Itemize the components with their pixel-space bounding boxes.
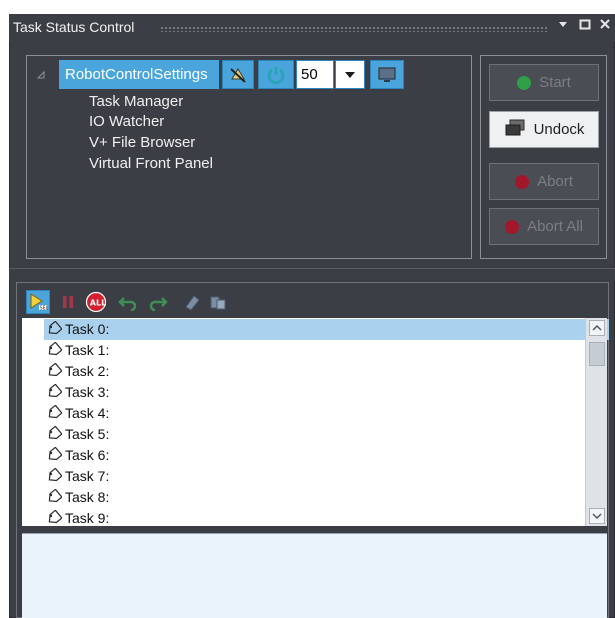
tree-item-task-manager[interactable]: Task Manager bbox=[89, 92, 183, 112]
task-tag-icon bbox=[46, 509, 63, 526]
chevron-down-icon[interactable] bbox=[556, 18, 570, 34]
task-row[interactable]: Task 9: bbox=[22, 508, 585, 529]
task-row[interactable]: Task 0: bbox=[22, 319, 609, 340]
tree-item-io-watcher[interactable]: IO Watcher bbox=[89, 112, 164, 132]
selection-highlight bbox=[44, 319, 609, 340]
abort-all-red-icon bbox=[505, 219, 520, 234]
svg-text:ALL: ALL bbox=[90, 299, 106, 308]
abort-all-label: Abort All bbox=[527, 218, 583, 235]
task-row[interactable]: Task 3: bbox=[22, 382, 585, 403]
title-drag-grip[interactable] bbox=[160, 26, 548, 32]
task-row[interactable]: Task 4: bbox=[22, 403, 585, 424]
task-tag-icon bbox=[46, 320, 63, 337]
speed-input[interactable]: 50 bbox=[296, 60, 334, 89]
task-row[interactable]: Task 1: bbox=[22, 340, 585, 361]
undock-icon bbox=[504, 119, 526, 141]
erase-icon[interactable] bbox=[180, 290, 204, 314]
start-green-icon bbox=[517, 75, 532, 90]
svg-text:SEL: SEL bbox=[40, 306, 49, 312]
task-tag-icon bbox=[46, 425, 63, 442]
close-icon[interactable] bbox=[598, 18, 612, 34]
task-row[interactable]: Task 7: bbox=[22, 466, 585, 487]
no-power-icon[interactable] bbox=[222, 60, 254, 89]
start-button[interactable]: Start bbox=[489, 64, 599, 101]
abort-label: Abort bbox=[537, 173, 573, 190]
task-label: Task 0: bbox=[65, 321, 110, 337]
all-icon[interactable]: ALL bbox=[84, 290, 108, 314]
task-output-area[interactable] bbox=[22, 533, 607, 618]
undo-icon[interactable] bbox=[116, 290, 140, 314]
scroll-thumb[interactable] bbox=[589, 342, 605, 366]
scroll-up-icon[interactable] bbox=[589, 320, 605, 336]
task-tag-icon bbox=[46, 446, 63, 463]
abort-button[interactable]: Abort bbox=[489, 163, 599, 200]
tree-root-robot[interactable]: RobotControlSettings bbox=[59, 60, 219, 89]
task-toolbar bbox=[22, 287, 606, 317]
task-tag-icon bbox=[46, 341, 63, 358]
select-icon[interactable]: SEL bbox=[26, 290, 50, 314]
abort-all-button[interactable]: Abort All bbox=[489, 208, 599, 245]
task-row[interactable]: Task 5: bbox=[22, 424, 585, 445]
tree-collapse-icon[interactable] bbox=[36, 70, 46, 80]
task-label: Task 4: bbox=[65, 405, 110, 421]
pause-icon[interactable] bbox=[56, 290, 80, 314]
scroll-down-icon[interactable] bbox=[589, 508, 605, 524]
task-label: Task 5: bbox=[65, 426, 110, 442]
task-row[interactable]: Task 8: bbox=[22, 487, 585, 508]
abort-red-icon bbox=[515, 174, 530, 189]
undock-button[interactable]: Undock bbox=[489, 111, 599, 148]
task-tag-icon bbox=[46, 404, 63, 421]
task-tag-icon bbox=[46, 467, 63, 484]
task-label: Task 9: bbox=[65, 510, 110, 526]
tree-item-file-browser[interactable]: V+ File Browser bbox=[89, 133, 195, 153]
start-label: Start bbox=[539, 74, 571, 91]
maximize-icon[interactable] bbox=[578, 18, 592, 34]
task-label: Task 6: bbox=[65, 447, 110, 463]
task-label: Task 7: bbox=[65, 468, 110, 484]
task-label: Task 3: bbox=[65, 384, 110, 400]
panel-splitter[interactable] bbox=[9, 268, 615, 280]
redo-icon[interactable] bbox=[146, 290, 170, 314]
task-row[interactable]: Task 6: bbox=[22, 445, 585, 466]
task-tag-icon bbox=[46, 362, 63, 379]
task-label: Task 1: bbox=[65, 342, 110, 358]
window-title: Task Status Control bbox=[13, 19, 135, 35]
task-tag-icon bbox=[46, 383, 63, 400]
task-label: Task 2: bbox=[65, 363, 110, 379]
tree-item-virtual-front-panel[interactable]: Virtual Front Panel bbox=[89, 154, 213, 174]
speed-dropdown-icon[interactable] bbox=[335, 60, 365, 89]
task-tag-icon bbox=[46, 488, 63, 505]
copy-icon[interactable] bbox=[206, 290, 230, 314]
undock-label: Undock bbox=[533, 121, 585, 138]
power-toggle-icon[interactable] bbox=[258, 60, 294, 89]
task-label: Task 8: bbox=[65, 489, 110, 505]
monitor-icon[interactable] bbox=[370, 60, 404, 89]
task-row[interactable]: Task 2: bbox=[22, 361, 585, 382]
